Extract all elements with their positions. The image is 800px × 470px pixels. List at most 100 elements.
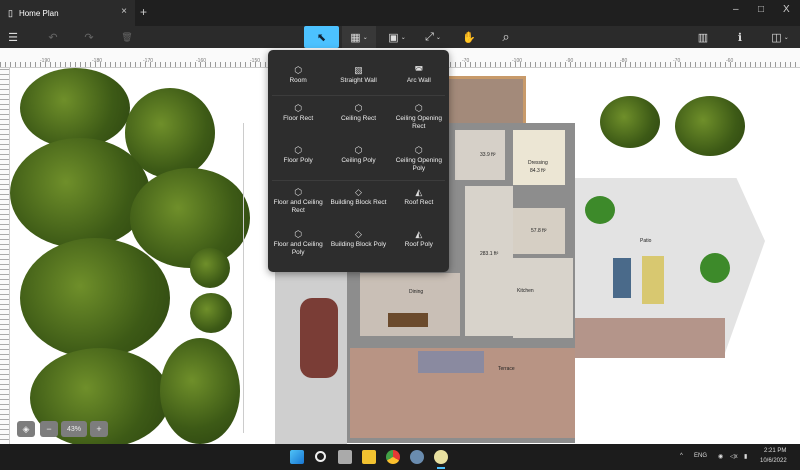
- build-menu-item-building-block-rect[interactable]: ◇Building Block Rect: [328, 182, 388, 224]
- toolbar: ☰ ↶ ↷ 🗑 ⬉ ▦⌄ ▣⌄ ⤢⌄ ✋ ⌕ ▥ ℹ ◫⌄: [0, 26, 800, 48]
- volume-muted-icon[interactable]: ◁x: [730, 453, 738, 460]
- home-design-app-icon[interactable]: [434, 450, 448, 464]
- zoom-level[interactable]: 43%: [61, 421, 87, 437]
- delete-button[interactable]: 🗑: [118, 26, 136, 48]
- view-icon: ◫: [771, 31, 781, 44]
- shrub: [700, 253, 730, 283]
- zoom-in-button[interactable]: +: [90, 421, 108, 437]
- menu-button[interactable]: ☰: [4, 26, 22, 48]
- ceiling-rect-icon: ⬡: [355, 104, 363, 115]
- build-menu-item-roof-poly[interactable]: ◭Roof Poly: [389, 224, 449, 266]
- minimize-button[interactable]: –: [733, 4, 739, 15]
- build-menu-item-floor-and-ceiling-poly[interactable]: ⬡Floor and Ceiling Poly: [268, 224, 328, 266]
- clock-date[interactable]: 10/6/2022: [760, 458, 787, 464]
- build-menu-item-ceiling-opening-poly[interactable]: ⬡Ceiling Opening Poly: [389, 140, 449, 182]
- redo-button[interactable]: ↷: [80, 26, 98, 48]
- build-menu-item-label: Arc Wall: [407, 77, 431, 85]
- build-menu-item-label: Room: [289, 77, 306, 85]
- tree: [10, 138, 150, 248]
- settings-icon[interactable]: [410, 450, 424, 464]
- build-menu-item-ceiling-rect[interactable]: ⬡Ceiling Rect: [328, 98, 388, 140]
- layers-button[interactable]: ◈: [17, 421, 35, 437]
- build-menu-item-label: Roof Rect: [404, 199, 433, 207]
- chevron-down-icon: ⌄: [784, 34, 789, 41]
- new-tab-button[interactable]: +: [140, 5, 147, 19]
- room-icon: ⬡: [294, 66, 302, 77]
- build-menu-item-label: Floor and Ceiling Rect: [268, 199, 328, 215]
- close-tab-button[interactable]: ×: [121, 6, 127, 17]
- arc-wall-icon: ◚: [414, 66, 423, 77]
- build-menu-item-label: Ceiling Opening Poly: [389, 157, 449, 173]
- build-menu-item-label: Floor Poly: [284, 157, 313, 165]
- build-menu-item-label: Ceiling Poly: [341, 157, 375, 165]
- close-window-button[interactable]: X: [783, 4, 790, 15]
- chrome-icon[interactable]: [386, 450, 400, 464]
- tab-title: Home Plan: [19, 9, 59, 18]
- build-menu-item-label: Ceiling Rect: [341, 115, 376, 123]
- zoom-out-button[interactable]: −: [40, 421, 58, 437]
- task-view-icon[interactable]: [338, 450, 352, 464]
- ruler-label: -100: [512, 58, 522, 64]
- undo-button[interactable]: ↶: [44, 26, 62, 48]
- room-area-label: 33.9 ft²: [480, 152, 496, 158]
- build-menu-item-floor-poly[interactable]: ⬡Floor Poly: [268, 140, 328, 182]
- tree: [190, 248, 230, 288]
- view-button[interactable]: ◫⌄: [766, 26, 794, 48]
- ruler-label: -150: [250, 58, 260, 64]
- tree: [130, 168, 250, 268]
- room-area-label: 84.3 ft²: [530, 168, 546, 174]
- objects-tool-button[interactable]: ▣⌄: [384, 26, 410, 48]
- shrub: [585, 196, 615, 224]
- maximize-button[interactable]: □: [758, 4, 764, 15]
- ruler-label: -160: [196, 58, 206, 64]
- room-label-terrace: Terrace: [498, 366, 515, 372]
- room-label-kitchen: Kitchen: [517, 288, 534, 294]
- pool: [418, 351, 484, 373]
- dining-table: [388, 313, 428, 327]
- battery-icon[interactable]: ▮: [744, 453, 747, 460]
- search-icon[interactable]: [315, 451, 326, 462]
- ruler-label: -90: [566, 58, 573, 64]
- chevron-down-icon: ⌄: [401, 34, 406, 41]
- show-hidden-icons-button[interactable]: ^: [680, 453, 683, 459]
- document-tab[interactable]: ▯ Home Plan ×: [0, 0, 135, 26]
- room-label-dining: Dining: [409, 289, 423, 295]
- build-menu-item-floor-rect[interactable]: ⬡Floor Rect: [268, 98, 328, 140]
- build-menu-item-building-block-poly[interactable]: ◇Building Block Poly: [328, 224, 388, 266]
- dressing-room: [513, 130, 565, 185]
- wifi-icon[interactable]: ◉: [718, 453, 723, 460]
- ruler-label: -80: [620, 58, 627, 64]
- build-menu-item-label: Building Block Poly: [331, 241, 386, 249]
- build-tool-button[interactable]: ▦⌄: [342, 26, 376, 48]
- floor-and-ceiling-poly-icon: ⬡: [294, 230, 302, 241]
- pan-tool-button[interactable]: ✋: [460, 26, 478, 48]
- roof-rect-icon: ◭: [415, 188, 422, 199]
- tree: [190, 293, 232, 333]
- ruler-label: -180: [92, 58, 102, 64]
- build-menu-item-ceiling-opening-rect[interactable]: ⬡Ceiling Opening Rect: [389, 98, 449, 140]
- measure-tool-button[interactable]: ⤢⌄: [420, 26, 446, 48]
- room-area-label: 283.1 ft²: [480, 251, 498, 257]
- floor-and-ceiling-rect-icon: ⬡: [294, 188, 302, 199]
- build-menu-item-floor-and-ceiling-rect[interactable]: ⬡Floor and Ceiling Rect: [268, 182, 328, 224]
- tree: [20, 238, 170, 358]
- building-block-poly-icon: ◇: [355, 230, 362, 241]
- tree: [160, 338, 240, 444]
- tree: [600, 96, 660, 148]
- build-menu-item-ceiling-poly[interactable]: ⬡Ceiling Poly: [328, 140, 388, 182]
- build-menu-item-roof-rect[interactable]: ◭Roof Rect: [389, 182, 449, 224]
- library-button[interactable]: ▥: [694, 26, 712, 48]
- start-icon[interactable]: [290, 450, 304, 464]
- select-tool-button[interactable]: ⬉: [304, 26, 339, 48]
- search-button[interactable]: ⌕: [497, 26, 515, 48]
- language-indicator[interactable]: ENG: [694, 453, 707, 459]
- ruler-label: -70: [673, 58, 680, 64]
- file-explorer-icon[interactable]: [362, 450, 376, 464]
- clock-time[interactable]: 2:21 PM: [764, 448, 786, 454]
- ceiling-poly-icon: ⬡: [355, 146, 363, 157]
- title-bar: ▯ Home Plan × + – □ X: [0, 0, 800, 26]
- patio-rug: [642, 256, 664, 304]
- info-button[interactable]: ℹ: [731, 26, 749, 48]
- vertical-ruler: [0, 68, 10, 444]
- living-room: [465, 186, 513, 336]
